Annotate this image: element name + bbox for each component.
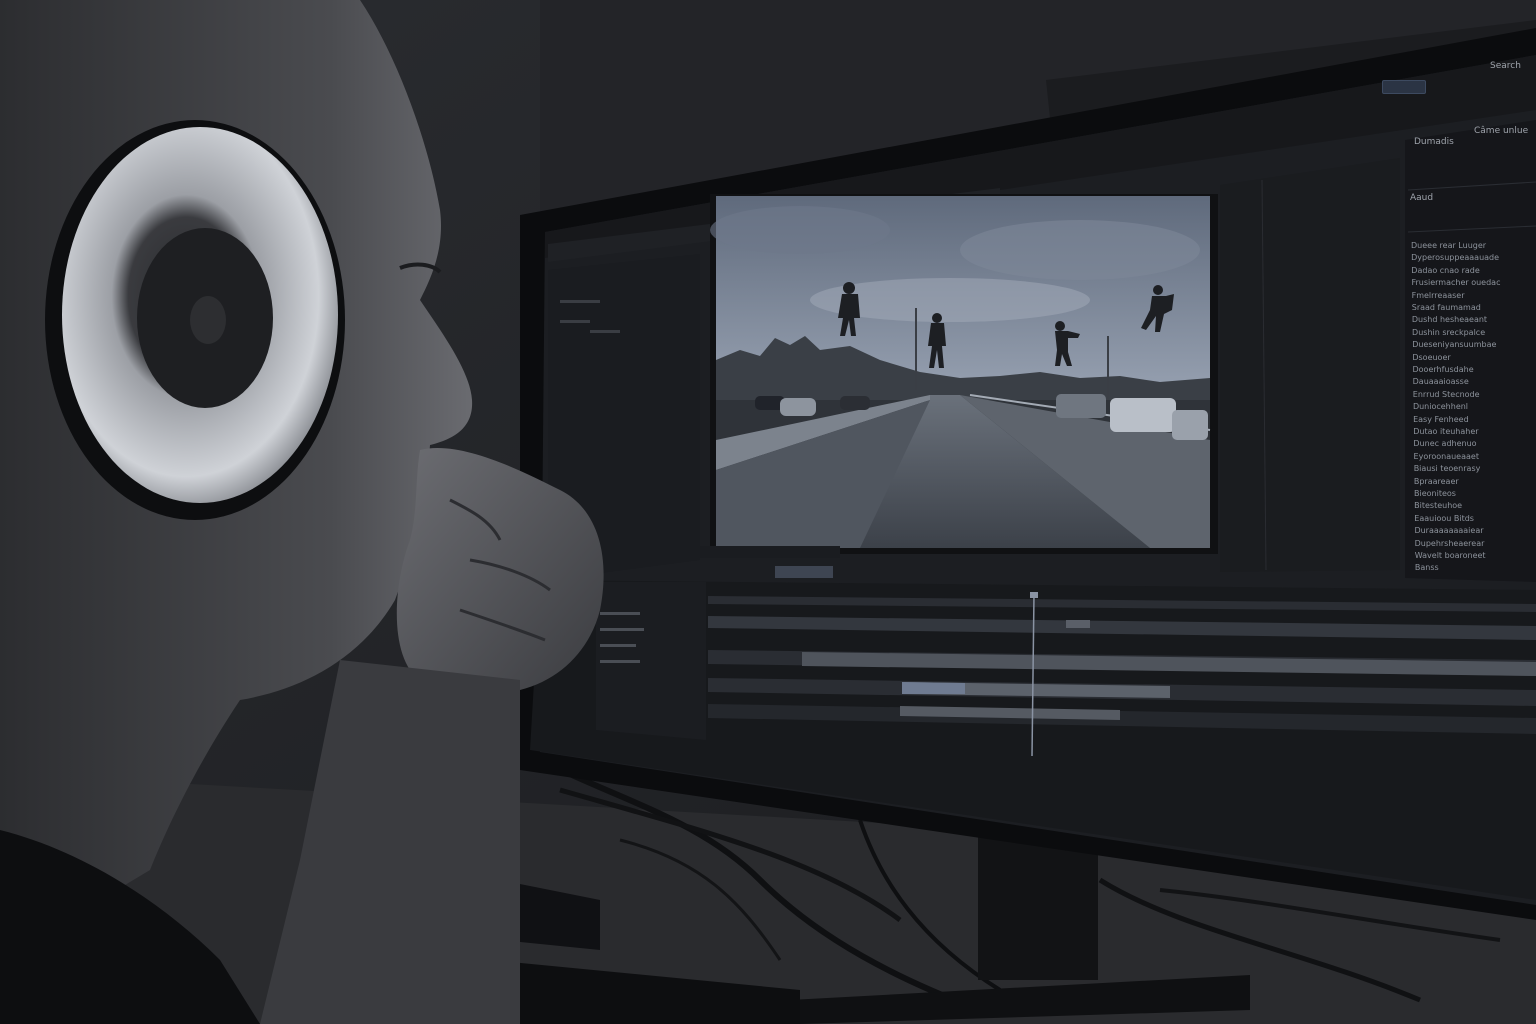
panel-list-item[interactable]: Bpraareaer <box>1414 476 1459 487</box>
scene-illustration <box>0 0 1536 1024</box>
panel-header-left[interactable]: Dumadis <box>1414 136 1454 148</box>
panel-list-item[interactable]: Wavelt boaroneet <box>1415 550 1486 561</box>
panel-list-item[interactable]: Biausi teoenrasy <box>1414 463 1481 474</box>
panel-list-item[interactable]: Banss <box>1415 562 1439 573</box>
panel-list-item[interactable]: Eyoroonaueaaet <box>1414 451 1479 462</box>
panel-list-item[interactable]: Dueseniyansuumbae <box>1412 339 1496 350</box>
preview-image <box>710 196 1211 548</box>
panel-list-item[interactable]: Eaauioou Bitds <box>1414 513 1474 524</box>
panel-section-label: Aaud <box>1410 193 1434 203</box>
panel-list-item[interactable]: Dupehrsheaerear <box>1415 538 1485 549</box>
search-label[interactable]: Search <box>1490 60 1521 72</box>
panel-list-item[interactable]: Dunec adhenuo <box>1413 438 1476 449</box>
panel-list-item[interactable]: Dadao cnao rade <box>1411 265 1479 276</box>
panel-list-item[interactable]: Bieoniteos <box>1414 488 1456 499</box>
panel-list-item[interactable]: Dushd hesheaeant <box>1412 314 1487 325</box>
panel-list-item[interactable]: Dyperosuppeaaauade <box>1411 252 1499 263</box>
panel-list-item[interactable]: Duraaaaaaaaiear <box>1414 525 1483 536</box>
panel-list-item[interactable]: Dutao iteuhaher <box>1413 426 1478 437</box>
panel-list-item[interactable]: Sraad faumamad <box>1412 302 1481 313</box>
headphones-icon <box>45 120 345 520</box>
panel-header-right[interactable]: Câme unlue <box>1474 125 1528 137</box>
panel-list-item[interactable]: Enrrud Stecnode <box>1413 389 1480 400</box>
panel-list-item[interactable]: Dooerhfusdahe <box>1413 364 1474 375</box>
top-bar-button[interactable] <box>1382 80 1426 94</box>
panel-list-item[interactable]: Dauaaaioasse <box>1413 376 1469 387</box>
panel-list-item[interactable]: Easy Fenheed <box>1413 414 1469 425</box>
panel-list-item[interactable]: Fmelrreaaser <box>1412 290 1465 301</box>
panel-list-item[interactable]: Bitesteuhoe <box>1414 500 1462 511</box>
panel-list-item[interactable]: Dueee rear Luuger <box>1411 240 1486 251</box>
panel-list-item[interactable]: Frusiermacher ouedac <box>1411 277 1500 288</box>
panel-list-item[interactable]: Duniocehhenl <box>1413 401 1468 412</box>
panel-list-item[interactable]: Dushin sreckpalce <box>1412 327 1485 338</box>
panel-list-item[interactable]: Dsoeuoer <box>1412 352 1450 363</box>
